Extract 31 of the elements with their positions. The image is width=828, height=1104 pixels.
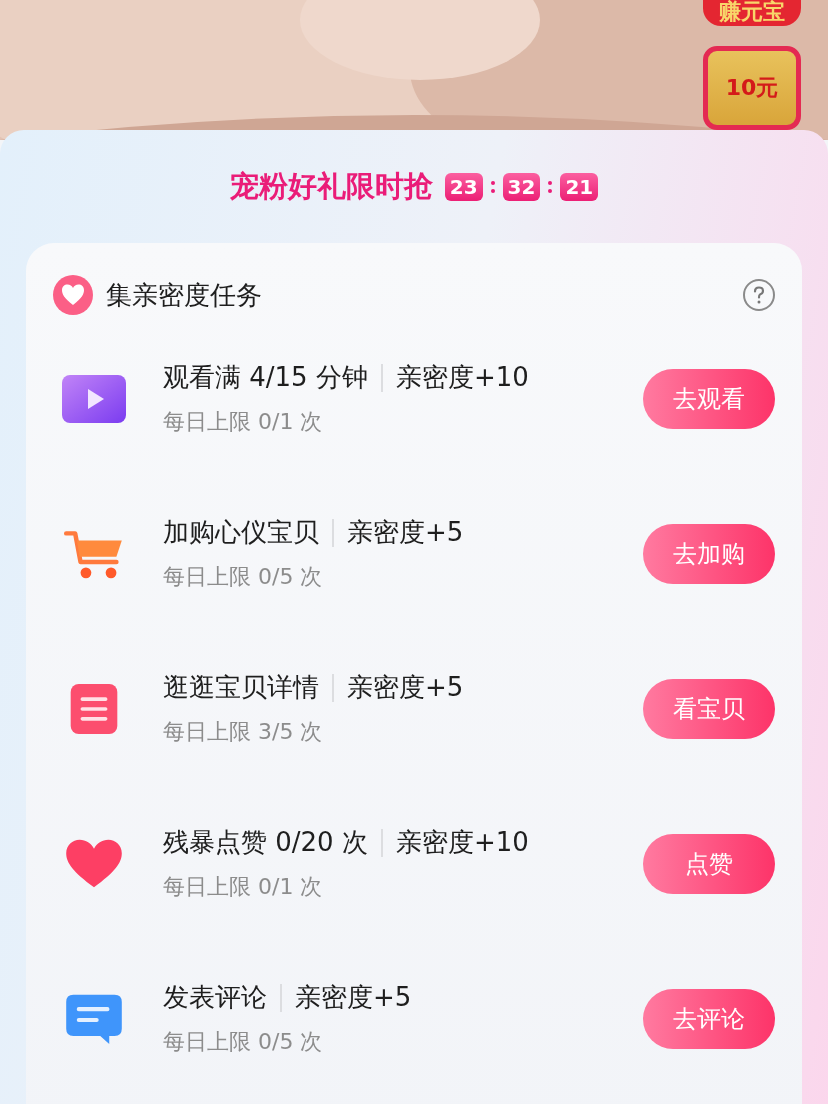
task-title: 残暴点赞 0/20 次 xyxy=(163,826,368,859)
countdown-digits: 21 xyxy=(560,173,599,201)
reward-text: 亲密度+5 xyxy=(295,981,412,1014)
daily-limit: 每日上限 0/5 次 xyxy=(163,563,324,591)
coupon-badge[interactable]: 10元 xyxy=(703,46,801,130)
task-button[interactable]: 去观看 xyxy=(643,368,775,429)
daily-limit: 每日上限 0/5 次 xyxy=(163,1028,324,1056)
card-title: 集亲密度任务 xyxy=(106,278,262,312)
task-button[interactable]: 去评论 xyxy=(643,988,775,1049)
colon-icon xyxy=(548,180,553,194)
task-title: 加购心仪宝贝 xyxy=(163,516,319,549)
task-title: 逛逛宝贝详情 xyxy=(163,671,319,704)
daily-limit: 每日上限 0/1 次 xyxy=(163,873,324,901)
badge-label[interactable]: 赚元宝 xyxy=(703,0,801,26)
task-title: 观看满 4/15 分钟 xyxy=(163,361,368,394)
reward-text: 亲密度+10 xyxy=(395,826,529,859)
daily-limit: 每日上限 3/5 次 xyxy=(163,718,324,746)
task-title: 发表评论 xyxy=(163,981,267,1014)
banner-title: 宠粉好礼限时抢 xyxy=(229,168,433,205)
task-button[interactable]: 点赞 xyxy=(643,833,775,894)
video-icon xyxy=(61,372,127,425)
countdown-digits: 32 xyxy=(502,173,541,201)
daily-limit: 每日上限 0/1 次 xyxy=(163,408,324,436)
reward-text: 亲密度+10 xyxy=(395,361,529,394)
colon-icon xyxy=(490,180,495,194)
reward-text: 亲密度+5 xyxy=(347,516,464,549)
countdown-digits: 23 xyxy=(444,173,483,201)
help-icon[interactable] xyxy=(743,279,775,311)
reward-text: 亲密度+5 xyxy=(347,671,464,704)
task-button[interactable]: 去加购 xyxy=(643,523,775,584)
task-button[interactable]: 看宝贝 xyxy=(643,678,775,739)
